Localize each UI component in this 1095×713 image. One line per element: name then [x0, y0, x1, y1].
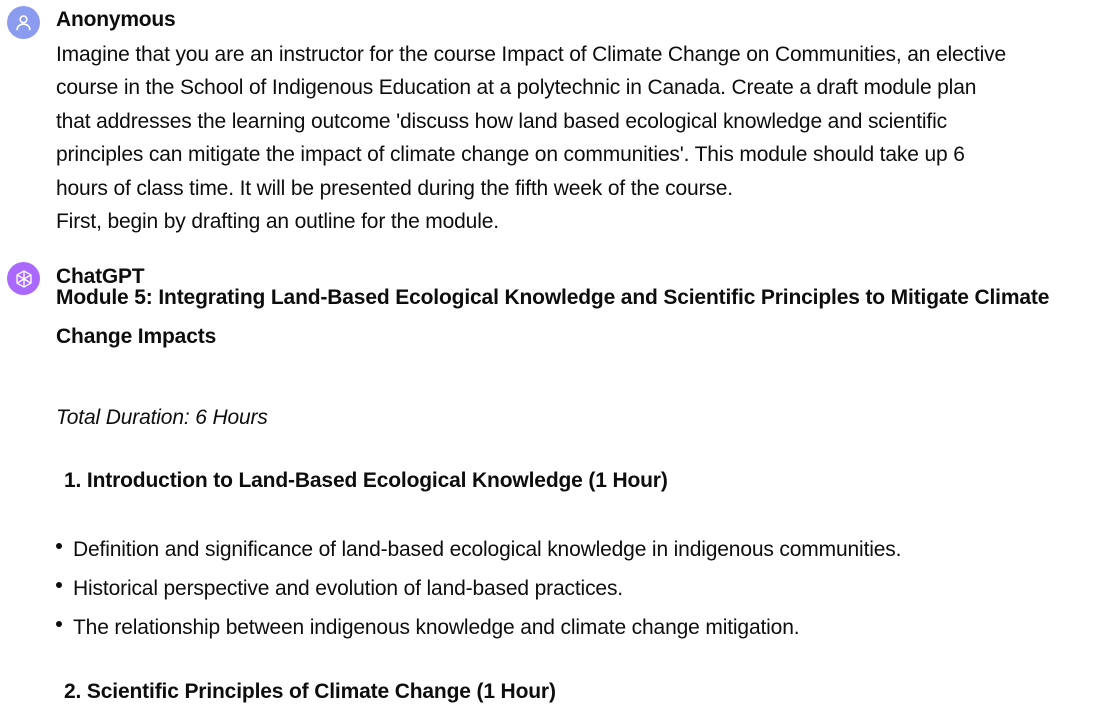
openai-logo-icon: [15, 269, 32, 288]
module-title: Module 5: Integrating Land-Based Ecologi…: [56, 286, 1050, 348]
section-heading: 2. Scientific Principles of Climate Chan…: [64, 680, 556, 703]
user-avatar: [7, 6, 40, 39]
user-message-line: hours of class time. It will be presente…: [56, 176, 733, 200]
list-item: The relationship between indigenous know…: [56, 614, 901, 653]
bullet-icon: [56, 621, 62, 627]
section-heading: 1. Introduction to Land-Based Ecological…: [64, 469, 668, 492]
user-message-line: principles can mitigate the impact of cl…: [56, 143, 965, 167]
user-message-line: that addresses the learning outcome 'dis…: [56, 109, 947, 133]
assistant-avatar: [7, 262, 40, 295]
user-message-line: First, begin by drafting an outline for …: [56, 210, 499, 234]
user-message: Anonymous Imagine that you are an instru…: [0, 0, 1095, 245]
bullet-icon: [56, 582, 62, 588]
list-item: Definition and significance of land-base…: [56, 536, 901, 575]
list-item-text: The relationship between indigenous know…: [73, 616, 800, 639]
section-bullet-list: Definition and significance of land-base…: [56, 536, 901, 653]
user-message-line: Imagine that you are an instructor for t…: [56, 43, 1007, 66]
list-item: Historical perspective and evolution of …: [56, 575, 901, 614]
user-message-text: Imagine that you are an instructor for t…: [56, 38, 1086, 238]
list-item-text: Historical perspective and evolution of …: [73, 577, 623, 600]
module-duration: Total Duration: 6 Hours: [56, 406, 268, 429]
user-author-name: Anonymous: [56, 8, 176, 31]
user-icon: [16, 15, 31, 31]
assistant-message: ChatGPT Module 5: Integrating Land-Based…: [0, 256, 1095, 713]
bullet-icon: [56, 543, 62, 549]
user-message-line: course in the School of Indigenous Educa…: [56, 76, 977, 100]
list-item-text: Definition and significance of land-base…: [73, 538, 902, 561]
